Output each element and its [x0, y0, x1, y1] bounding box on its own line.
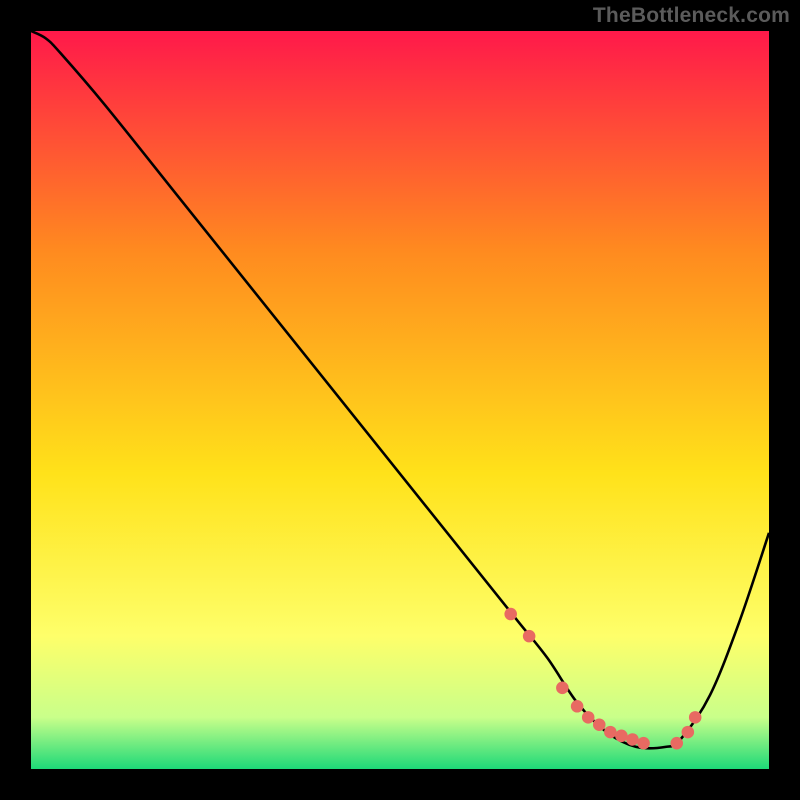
- chart-marker: [626, 733, 639, 746]
- chart-marker: [615, 730, 628, 743]
- chart-marker: [582, 711, 595, 724]
- chart-marker: [604, 726, 617, 739]
- chart-marker: [670, 737, 683, 750]
- chart-marker: [556, 682, 569, 695]
- watermark-text: TheBottleneck.com: [593, 4, 790, 28]
- chart-marker: [523, 630, 536, 643]
- chart-marker: [593, 718, 606, 731]
- chart-marker: [637, 737, 650, 750]
- chart-marker: [689, 711, 702, 724]
- chart-frame: TheBottleneck.com: [0, 0, 800, 800]
- chart-marker: [504, 608, 517, 621]
- chart-plot: [31, 31, 769, 769]
- chart-marker: [571, 700, 584, 713]
- chart-marker: [682, 726, 695, 739]
- chart-background: [31, 31, 769, 769]
